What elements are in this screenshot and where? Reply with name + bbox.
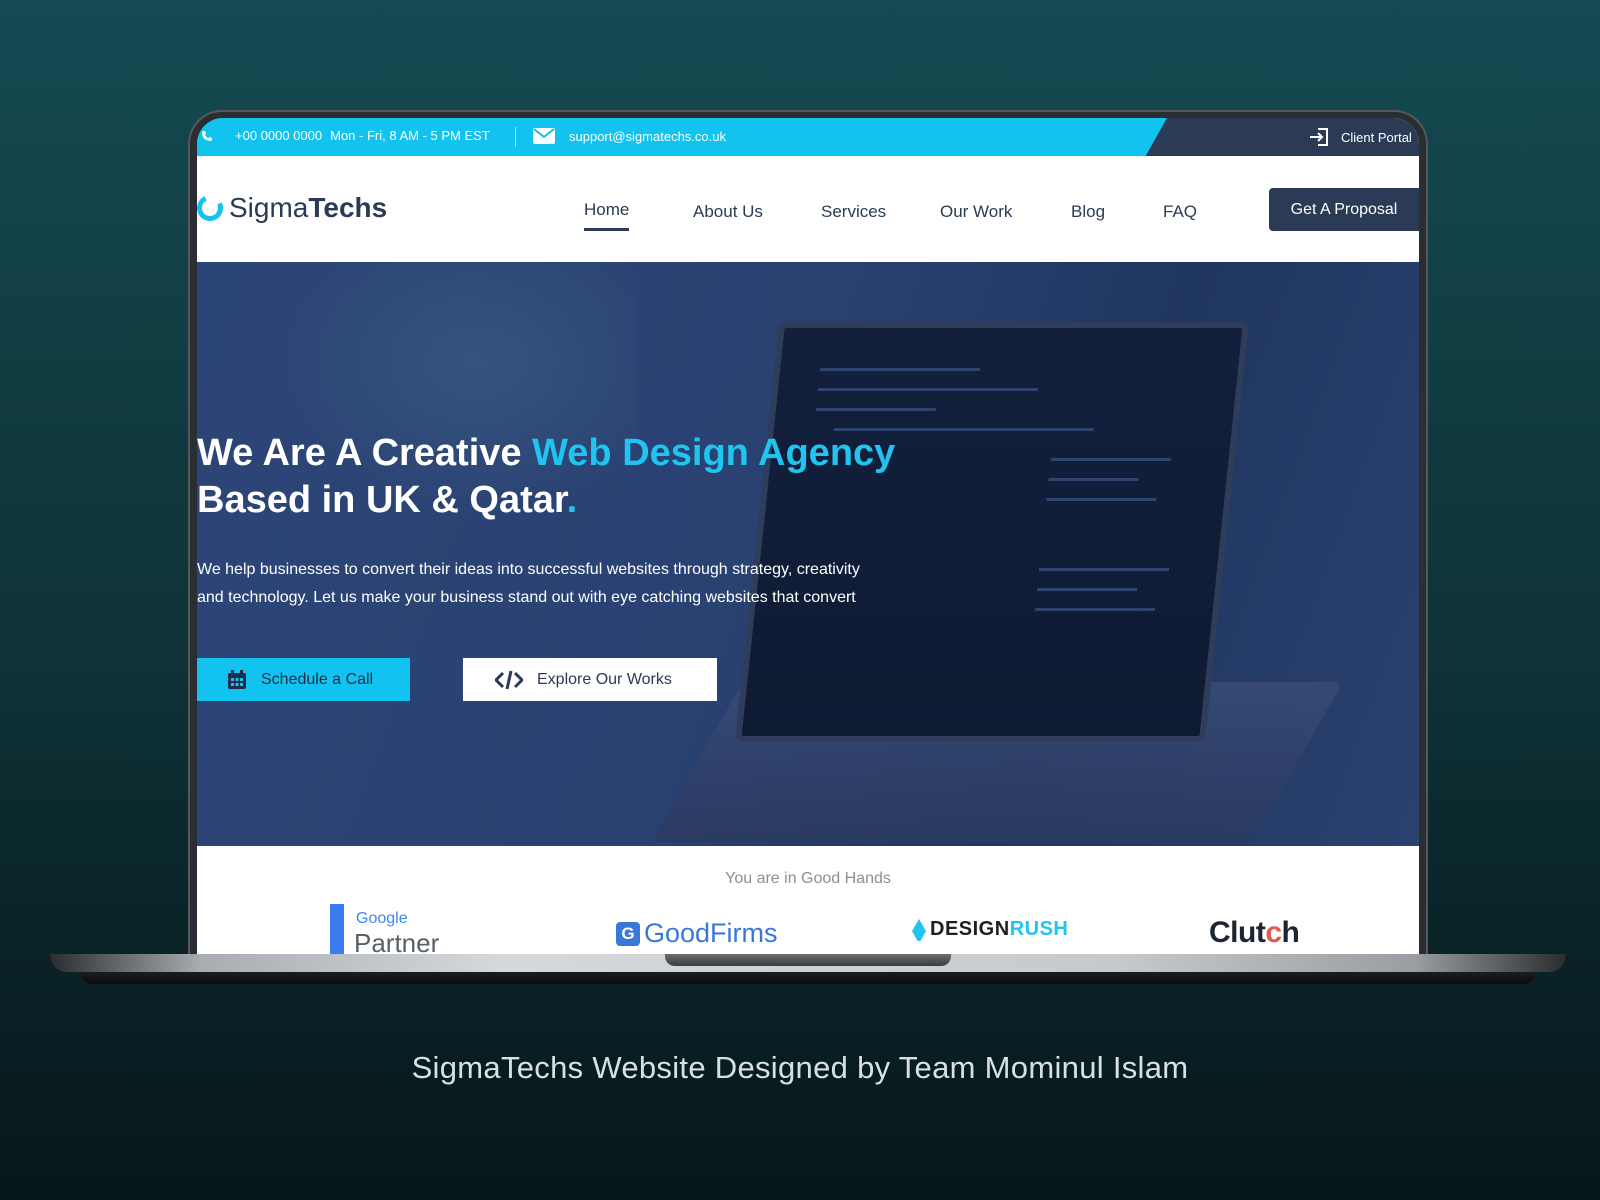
hero-description-line2: and technology. Let us make your busines… <box>197 589 856 606</box>
clutch-logo: Clutch <box>1209 916 1300 950</box>
logo-text-sigma: Sigma <box>229 192 309 223</box>
schedule-call-button[interactable]: Schedule a Call <box>197 658 410 701</box>
designrush-text-b: RUSH <box>1009 918 1069 940</box>
top-info-bar: +00 0000 0000 Mon - Fri, 8 AM - 5 PM EST… <box>197 118 1419 156</box>
google-wordmark: Google <box>356 910 408 928</box>
contact-phone: +00 0000 0000 Mon - Fri, 8 AM - 5 PM EST <box>201 128 490 143</box>
nav-our-work[interactable]: Our Work <box>940 202 1012 230</box>
client-portal-label: Client Portal <box>1341 129 1412 145</box>
site-header: SigmaTechs Home About Us Services Our Wo… <box>197 156 1419 262</box>
calendar-icon <box>227 669 247 690</box>
nav-faq[interactable]: FAQ <box>1163 202 1197 230</box>
google-partner-bar <box>330 904 344 954</box>
nav-home[interactable]: Home <box>584 200 630 231</box>
logo-mark-icon <box>197 191 227 225</box>
hero-heading: We Are A Creative Web Design Agency Base… <box>197 430 957 524</box>
explore-works-button[interactable]: Explore Our Works <box>463 658 717 701</box>
schedule-call-label: Schedule a Call <box>261 670 374 688</box>
hero-description-line1: We help businesses to convert their idea… <box>197 561 860 578</box>
trust-section: You are in Good Hands Google Partner G G… <box>197 846 1419 954</box>
email-link[interactable]: support@sigmatechs.co.uk <box>569 129 726 144</box>
site-logo[interactable]: SigmaTechs <box>197 191 387 225</box>
phone-number: +00 0000 0000 <box>235 128 323 143</box>
envelope-icon <box>533 128 555 144</box>
clutch-text-b: h <box>1281 916 1300 949</box>
hero-heading-part2: Based in UK & Qatar <box>197 479 567 521</box>
code-icon <box>495 670 523 690</box>
trust-title: You are in Good Hands <box>725 870 891 887</box>
laptop-notch <box>665 954 951 966</box>
hero-heading-dot: . <box>566 479 578 521</box>
get-proposal-button[interactable]: Get A Proposal <box>1269 188 1419 231</box>
phone-icon <box>201 130 213 142</box>
explore-works-label: Explore Our Works <box>537 670 672 688</box>
goodfirms-text: GoodFirms <box>644 918 778 948</box>
hero-description: We help businesses to convert their idea… <box>197 556 917 612</box>
clutch-text-dot: c <box>1265 916 1282 949</box>
goodfirms-mark-icon: G <box>616 921 640 946</box>
contact-email[interactable]: support@sigmatechs.co.uk <box>533 128 726 144</box>
nav-blog[interactable]: Blog <box>1071 202 1105 230</box>
hero-section: We Are A Creative Web Design Agency Base… <box>197 262 1419 846</box>
goodfirms-logo: G GoodFirms <box>616 918 778 949</box>
google-partner-text: Partner <box>354 928 440 954</box>
laptop-base-shadow <box>80 972 1536 984</box>
hero-heading-accent: Web Design Agency <box>532 432 896 474</box>
logo-text-techs: Techs <box>308 192 388 223</box>
designrush-mark-icon <box>912 919 926 941</box>
hero-background-laptop <box>734 322 1250 742</box>
nav-services[interactable]: Services <box>821 202 886 230</box>
google-word: Google <box>356 910 408 927</box>
login-icon <box>1309 128 1329 146</box>
divider <box>515 127 516 147</box>
nav-about-us[interactable]: About Us <box>693 202 763 230</box>
designrush-logo: DESIGN RUSH <box>912 918 1068 941</box>
logo-text: SigmaTechs <box>229 192 387 224</box>
laptop-screen: +00 0000 0000 Mon - Fri, 8 AM - 5 PM EST… <box>197 118 1419 954</box>
hero-heading-part1: We Are A Creative <box>197 432 533 474</box>
client-portal-link[interactable]: Client Portal <box>1309 128 1412 146</box>
clutch-text-a: Clut <box>1209 916 1266 949</box>
presentation-caption: SigmaTechs Website Designed by Team Momi… <box>411 1050 1189 1085</box>
designrush-text-a: DESIGN <box>930 918 1010 940</box>
business-hours: Mon - Fri, 8 AM - 5 PM EST <box>330 128 490 143</box>
